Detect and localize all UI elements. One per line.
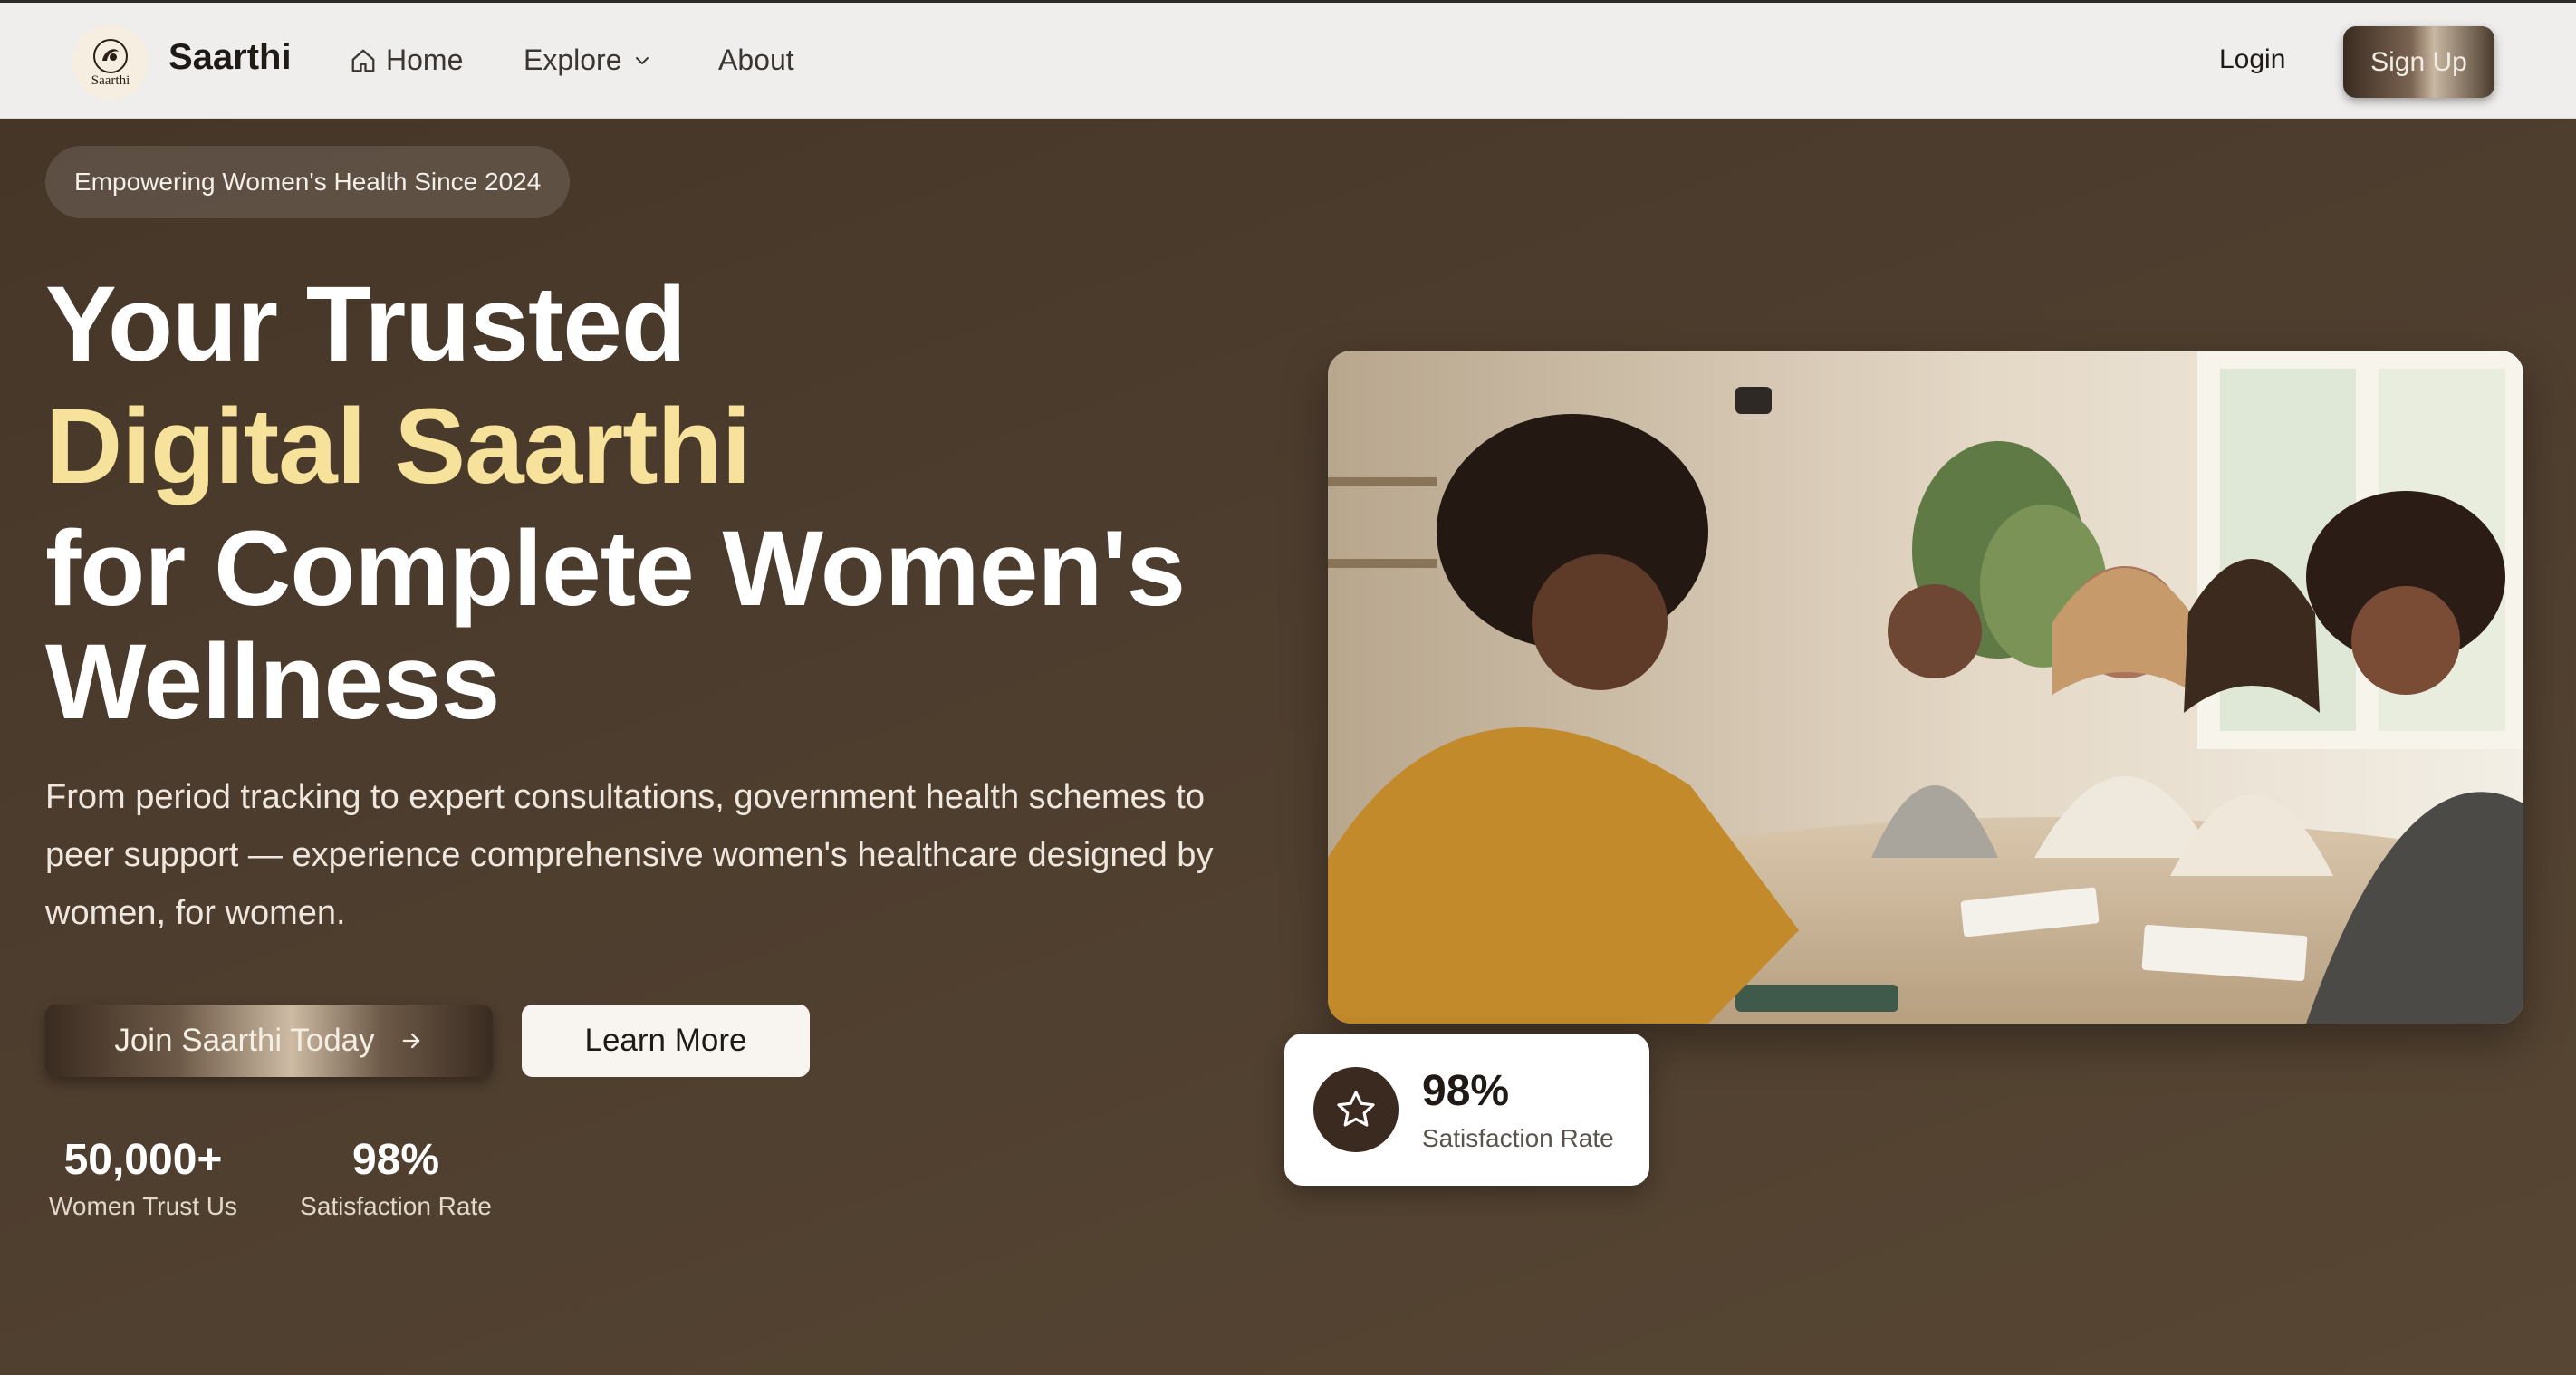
satisfaction-label: Satisfaction Rate xyxy=(1422,1124,1614,1152)
satisfaction-value: 98% xyxy=(1422,1067,1510,1115)
join-saarthi-button[interactable]: Join Saarthi Today xyxy=(45,1005,493,1077)
stat-satisfaction: 98% Satisfaction Rate xyxy=(296,1135,495,1221)
navbar: Saarthi Saarthi Home Explore About Login… xyxy=(0,0,2576,119)
learn-more-button[interactable]: Learn More xyxy=(522,1005,810,1077)
logo-mark-icon xyxy=(93,38,128,73)
chevron-down-icon xyxy=(635,56,649,64)
stat-women-trust: 50,000+ Women Trust Us xyxy=(45,1135,241,1221)
nav-about-link[interactable]: About xyxy=(718,43,794,77)
hero-badge: Empowering Women's Health Since 2024 xyxy=(45,146,571,218)
stat-value: 50,000+ xyxy=(63,1136,223,1184)
nav-home-label: Home xyxy=(386,43,464,76)
signup-button[interactable]: Sign Up xyxy=(2343,26,2494,98)
hero-section: Empowering Women's Health Since 2024 You… xyxy=(0,119,2576,1375)
logo-text: Saarthi xyxy=(91,72,130,88)
satisfaction-card: 98% Satisfaction Rate xyxy=(1284,1034,1649,1186)
logo[interactable]: Saarthi xyxy=(72,24,149,101)
nav-explore-label: Explore xyxy=(524,43,622,76)
home-icon xyxy=(351,49,375,72)
hero-heading-highlight: Digital Saarthi xyxy=(45,387,751,506)
brand-name[interactable]: Saarthi xyxy=(168,37,292,78)
nav-about-label: About xyxy=(718,43,794,76)
star-badge xyxy=(1313,1067,1399,1152)
nav-explore-dropdown[interactable]: Explore xyxy=(524,43,653,77)
star-icon xyxy=(1337,1091,1375,1127)
hero-heading-line3: for Complete Women's xyxy=(45,509,1186,629)
hero-heading-line1: Your Trusted xyxy=(45,264,687,384)
nav-home-link[interactable]: Home xyxy=(350,43,463,77)
hero-image-illustration xyxy=(1328,351,2523,1024)
login-button[interactable]: Login xyxy=(2219,44,2285,75)
stat-value: 98% xyxy=(351,1136,440,1184)
stat-label: Satisfaction Rate xyxy=(300,1192,492,1220)
hero-image xyxy=(1328,351,2523,1024)
stat-label: Women Trust Us xyxy=(49,1192,237,1220)
join-button-label: Join Saarthi Today xyxy=(114,1023,375,1058)
hero-heading-line4: Wellness xyxy=(45,622,500,742)
arrow-right-icon xyxy=(402,1033,419,1049)
hero-subtitle: From period tracking to expert consultat… xyxy=(45,778,1214,932)
